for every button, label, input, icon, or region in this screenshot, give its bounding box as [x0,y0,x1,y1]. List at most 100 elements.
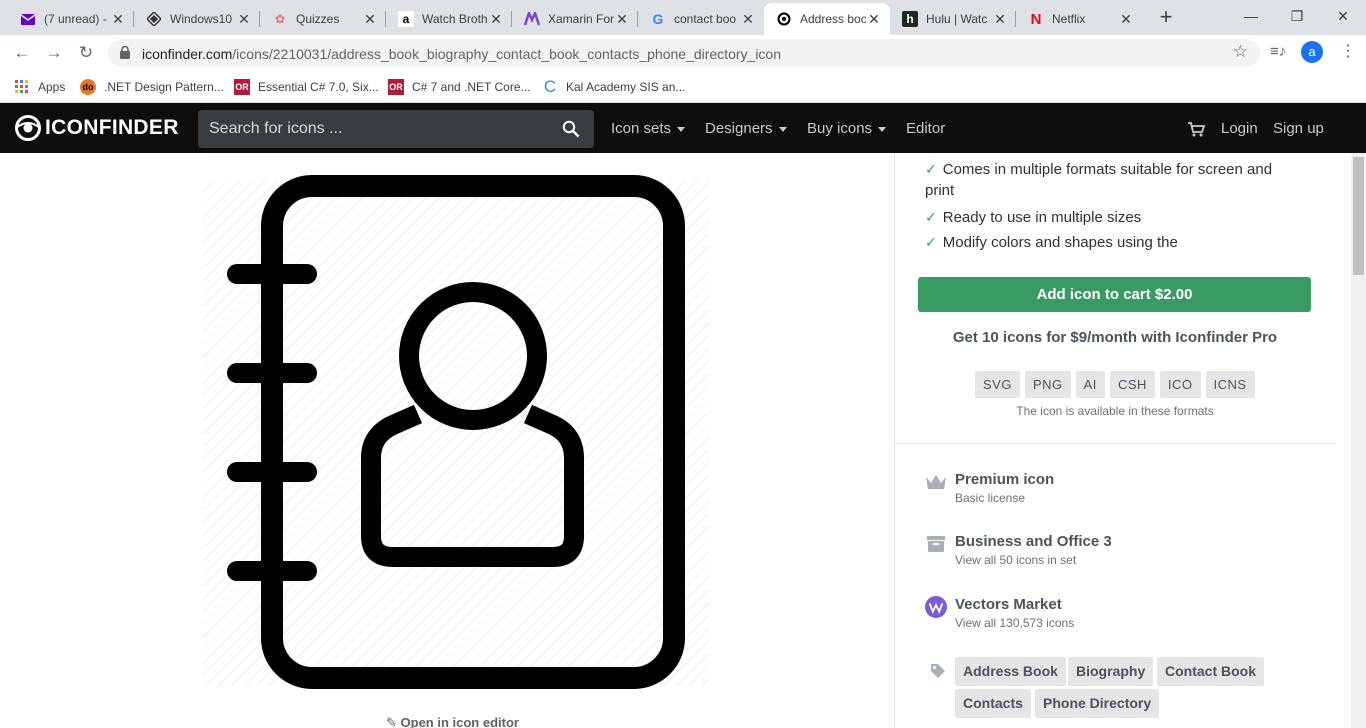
search-icon[interactable] [562,120,580,138]
url-domain: iconfinder.com [142,46,233,62]
logo-text: ICONFINDER [45,116,179,139]
add-to-cart-button[interactable]: Add icon to cart $2.00 [918,277,1311,312]
menu-icon[interactable]: ⋮ [1340,41,1356,61]
author-link[interactable]: View all 130,573 icons [955,616,1074,630]
iconfinder-icon [776,11,792,27]
close-tab-icon[interactable]: ✕ [1118,11,1134,28]
forward-button[interactable]: → [42,41,66,65]
tag-chip[interactable]: Biography [1068,657,1154,686]
cart-icon[interactable] [1188,122,1205,137]
feature-text: Modify colors and shapes using the [942,234,1178,251]
nav-icon-sets[interactable]: Icon sets [611,120,686,137]
search-input[interactable] [198,110,548,148]
close-tab-icon[interactable]: ✕ [866,11,882,28]
close-tab-icon[interactable]: ✕ [362,11,378,28]
nav-editor[interactable]: Editor [906,120,945,137]
tab-label: Windows10 [170,12,233,26]
nav-buy-icons[interactable]: Buy icons [807,120,887,137]
profile-avatar[interactable]: a [1301,41,1323,63]
close-tab-icon[interactable]: ✕ [992,11,1008,28]
close-tab-icon[interactable]: ✕ [488,11,504,28]
browser-tab[interactable]: a Watch Broth ✕ [386,3,512,35]
nav-designers[interactable]: Designers [705,120,787,137]
icon-set-info: Business and Office 3 View all 50 icons … [925,533,1112,567]
login-link[interactable]: Login [1221,120,1258,137]
bookmark-apps[interactable]: Apps [14,76,65,98]
chevron-down-icon [878,126,887,132]
browser-tab[interactable]: Windows10 ✕ [134,3,260,35]
media-control-icon[interactable]: ≡♪ [1270,43,1286,60]
minimize-button[interactable]: — [1228,4,1274,28]
tag-chip[interactable]: Contacts [955,689,1031,718]
tag-chip[interactable]: Address Book [955,657,1066,686]
kal-academy-icon: C [543,77,557,96]
browser-tab[interactable]: N Netflix ✕ [1016,3,1142,35]
back-button[interactable]: ← [10,41,34,65]
apps-grid-icon [14,79,30,95]
browser-tab[interactable]: ✿ Quizzes ✕ [260,3,386,35]
format-badge: CSH [1109,371,1155,398]
lock-icon [120,46,130,59]
tag-chip[interactable]: Contact Book [1157,657,1264,686]
close-tab-icon[interactable]: ✕ [614,11,630,28]
page-scrollbar[interactable] [1351,153,1366,728]
amazon-icon: a [398,11,414,27]
open-in-editor-link[interactable]: ✎ Open in icon editor [386,715,519,728]
author-title[interactable]: Vectors Market [955,596,1074,613]
oreilly-icon: OR [388,79,404,95]
license-sub: Basic license [955,491,1026,505]
restore-button[interactable]: ❐ [1274,4,1320,28]
icon-set-title[interactable]: Business and Office 3 [955,533,1112,550]
format-badge: ICO [1159,371,1201,398]
feature-text: Comes in multiple formats suitable for s… [942,161,1273,178]
yahoo-mail-icon [20,11,36,27]
tab-label: Watch Broth [422,12,488,26]
crown-icon [925,471,947,493]
icon-set-link[interactable]: View all 50 icons in set [955,553,1112,567]
tag-chip[interactable]: Phone Directory [1035,689,1160,718]
formats-note: The icon is available in these formats [1016,404,1214,418]
address-bar[interactable]: iconfinder.com/icons/2210031/address_boo… [108,39,1260,67]
bookmark-label: Kal Academy SIS an... [566,80,686,94]
close-tab-icon[interactable]: ✕ [740,11,756,28]
close-tab-icon[interactable]: ✕ [236,11,252,28]
feature-item-continued: print [925,182,955,199]
browser-tab[interactable]: G contact boo ✕ [638,3,764,35]
iconfinder-logo-icon [15,115,41,141]
tab-label: Quizzes [296,12,340,26]
browser-tab[interactable]: h Hulu | Watc ✕ [890,3,1016,35]
pro-offer-link[interactable]: Get 10 icons for $9/month with Iconfinde… [895,329,1335,346]
bookmark-star-icon[interactable]: ☆ [1233,42,1248,62]
bookmark-item[interactable]: OR Essential C# 7.0, Six... [234,76,379,98]
bookmark-item[interactable]: OR C# 7 and .NET Core... [388,76,531,98]
signup-link[interactable]: Sign up [1273,120,1324,137]
main-content: ✎ Open in icon editor ✓ Comes in multiple… [0,153,1351,728]
url-path: /icons/2210031/address_book_biography_co… [232,46,782,62]
bookmark-item[interactable]: do .NET Design Pattern... [80,76,224,98]
browser-tab[interactable]: Xamarin For ✕ [512,3,638,35]
close-tab-icon[interactable]: ✕ [110,11,126,28]
browser-tab-active[interactable]: Address boo ✕ [764,3,890,35]
section-divider [895,443,1335,444]
tab-label: Address boo [800,12,866,26]
check-icon: ✓ [925,209,937,225]
bookmark-label: Essential C# 7.0, Six... [258,80,379,94]
browser-tab[interactable]: (7 unread) - ✕ [8,3,134,35]
format-badge: ICNS [1205,371,1255,398]
iconfinder-logo[interactable]: ICONFINDER [14,114,179,142]
site-header: ICONFINDER Icon sets Designers Buy icons… [0,103,1366,153]
vectors-market-avatar [925,596,947,618]
reload-button[interactable]: ↻ [74,41,98,65]
oreilly-icon: OR [234,79,250,95]
new-tab-button[interactable]: + [1154,6,1178,30]
close-window-button[interactable]: ✕ [1320,4,1366,28]
bookmark-label: C# 7 and .NET Core... [412,80,531,94]
scrollbar-thumb[interactable] [1353,157,1364,275]
feature-item: ✓ Modify colors and shapes using the [925,231,1178,254]
address-toolbar: ← → ↻ iconfinder.com/icons/2210031/addre… [0,35,1366,71]
tab-label: contact boo [674,12,737,26]
google-icon: G [652,11,664,27]
address-book-icon-preview [227,175,685,689]
bookmark-item[interactable]: C Kal Academy SIS an... [542,76,686,98]
check-icon: ✓ [925,161,937,177]
